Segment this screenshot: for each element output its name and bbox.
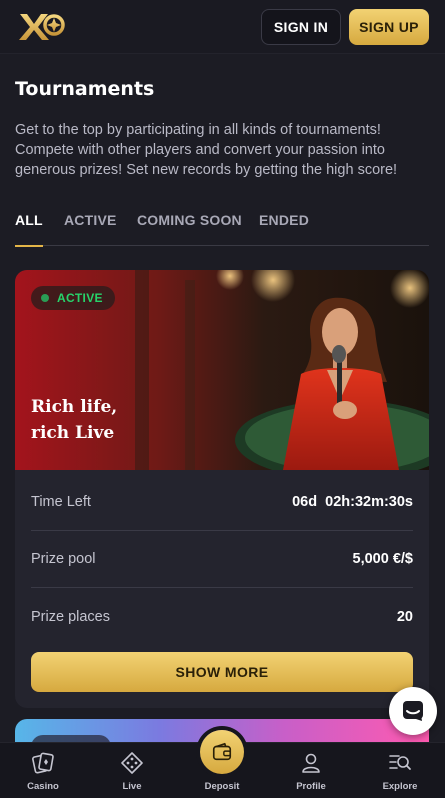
sign-up-button[interactable]: SIGN UP	[349, 9, 429, 45]
tournament-title-line2: rich Live	[31, 423, 115, 443]
wallet-icon	[212, 742, 232, 761]
prize-pool-value: 5,000 €/$	[352, 551, 413, 567]
tab-all[interactable]: ALL	[15, 212, 43, 247]
time-left-label: Time Left	[31, 494, 91, 510]
status-dot-icon	[41, 294, 49, 302]
tournament-title: Rich life, rich Live	[31, 394, 191, 446]
tournament-card: ACTIVE Rich life, rich Live Time Left 06…	[15, 270, 429, 708]
prize-places-label: Prize places	[31, 608, 110, 625]
dice-diamond-icon	[121, 752, 143, 774]
prize-pool-label: Prize pool	[31, 551, 96, 567]
nav-deposit-label: Deposit	[204, 781, 240, 792]
user-icon	[302, 753, 320, 773]
nav-live[interactable]: Live	[97, 743, 167, 798]
time-left-row: Time Left 06d 02h:32m:30s	[31, 474, 413, 531]
tab-active[interactable]: ACTIVE	[64, 212, 117, 246]
nav-explore[interactable]: Explore	[365, 743, 435, 798]
intro-text: Get to the top by participating in all k…	[15, 122, 398, 178]
nav-profile[interactable]: Profile	[276, 743, 346, 798]
chat-icon	[403, 701, 423, 721]
explore-search-icon	[389, 755, 411, 770]
status-badge-label: ACTIVE	[57, 291, 103, 305]
tournament-title-line1: Rich life,	[31, 397, 118, 417]
sign-in-button[interactable]: SIGN IN	[261, 9, 341, 45]
nav-casino[interactable]: Casino	[8, 743, 78, 798]
tab-ended[interactable]: ENDED	[259, 212, 309, 246]
nav-explore-label: Explore	[382, 781, 418, 792]
tournament-banner[interactable]: ACTIVE Rich life, rich Live	[15, 270, 429, 470]
tab-coming-soon[interactable]: COMING SOON	[137, 212, 242, 246]
nav-live-label: Live	[122, 781, 142, 792]
prize-places-value: 20	[396, 608, 413, 625]
prize-places-row: Prize places 20	[31, 588, 413, 645]
cards-icon	[32, 752, 54, 774]
show-more-button[interactable]: SHOW MORE	[31, 652, 413, 692]
nav-casino-label: Casino	[27, 781, 59, 792]
status-badge: ACTIVE	[31, 286, 115, 310]
deposit-button[interactable]	[200, 730, 244, 774]
tournament-tabs: ALL ACTIVE COMING SOON ENDED	[15, 212, 429, 247]
top-header: SIGN IN SIGN UP	[0, 0, 445, 54]
page-title: Tournaments	[15, 78, 155, 100]
time-left-value: 06d 02h:32m:30s	[292, 494, 413, 510]
nav-profile-label: Profile	[296, 781, 326, 792]
prize-pool-row: Prize pool 5,000 €/$	[31, 531, 413, 588]
xo-logo[interactable]	[18, 10, 66, 42]
chat-support-button[interactable]	[389, 687, 437, 735]
